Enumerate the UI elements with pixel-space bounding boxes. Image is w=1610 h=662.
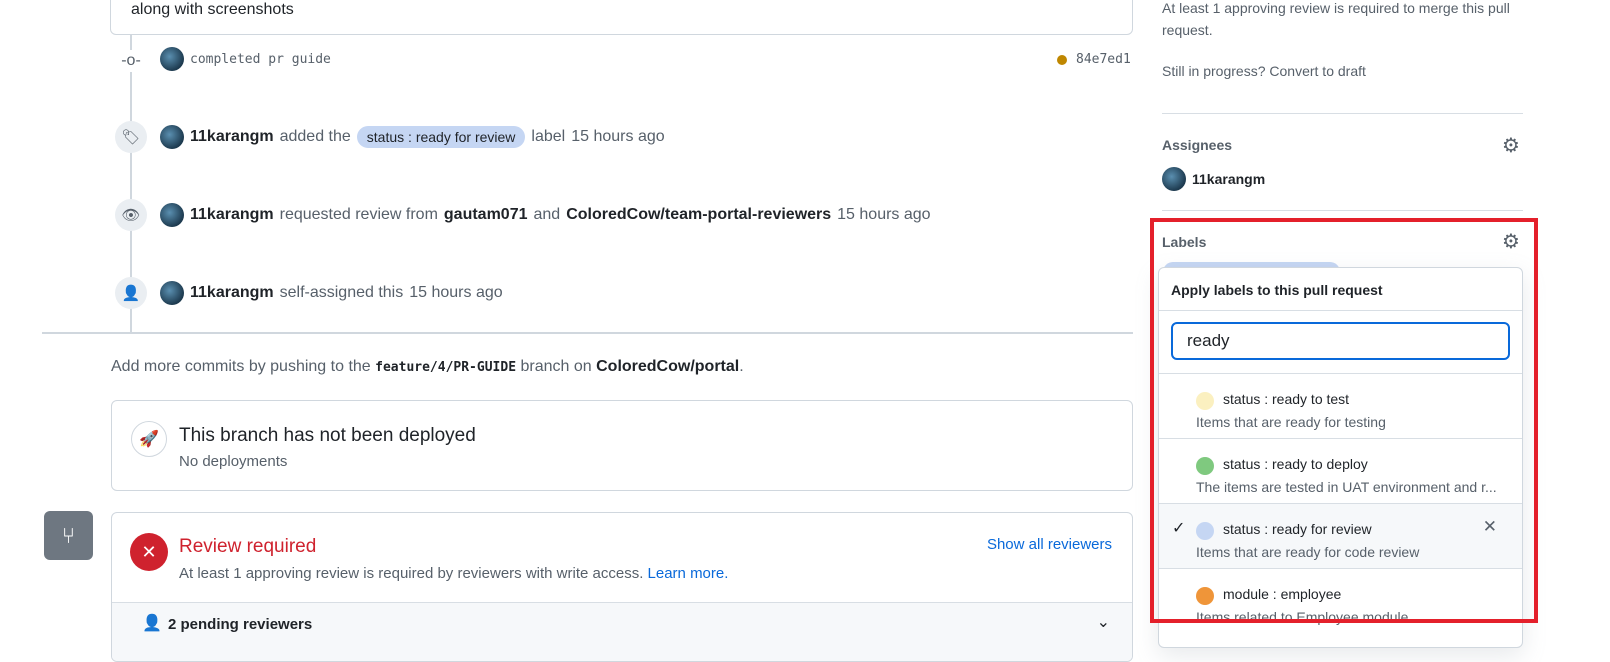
comment-box: along with screenshots [110,0,1133,35]
user-link[interactable]: 11karangm [190,206,274,224]
label-color-dot [1196,457,1214,475]
assignees-title[interactable]: Assignees [1162,137,1232,153]
git-merge-icon: ⑂ [44,511,93,560]
label-name: status : ready to deploy [1223,456,1368,472]
review-text: At least 1 approving review is required … [179,565,728,582]
note-text: Add more commits by pushing to the [111,358,371,375]
commit-message[interactable]: completed pr guide [190,52,331,67]
labels-title[interactable]: Labels [1162,234,1206,250]
avatar [160,125,184,149]
label-option[interactable]: status : ready to deploy The items are te… [1159,438,1522,503]
avatar [1162,167,1186,191]
label-event: 11karangm added the status : ready for r… [160,125,665,149]
avatar [160,203,184,227]
timestamp[interactable]: 15 hours ago [837,206,930,224]
commit-row: completed pr guide [160,47,331,71]
label-option[interactable]: ✓ ✕ status : ready for review Items that ar… [1159,503,1522,568]
check-icon: ✓ [1172,520,1186,537]
note-text: . [739,358,744,375]
branch-name: feature/4/PR-GUIDE [375,360,517,375]
timestamp[interactable]: 15 hours ago [409,284,502,302]
label-color-dot [1196,392,1214,410]
event-text: added the [279,128,351,145]
label-description: The items are tested in UAT environment … [1196,479,1497,495]
label-select-menu: Apply labels to this pull request status… [1158,267,1523,648]
review-request-event: 11karangm requested review from gautam07… [160,203,931,227]
label-color-dot [1196,522,1214,540]
divider [42,332,1133,334]
label-name: module : employee [1223,586,1342,602]
assignee[interactable]: 11karangm [1162,167,1265,191]
divider [1162,113,1523,114]
eye-icon: 👁 [115,199,147,231]
team-link[interactable]: ColoredCow/team-portal-reviewers [566,206,831,224]
event-text: label [531,128,566,145]
event-text: requested review from [279,206,438,223]
convert-to-draft-link[interactable]: Convert to draft [1269,63,1366,79]
comment-text: along with screenshots [131,1,294,18]
repo-link[interactable]: ColoredCow/portal [596,358,739,375]
pending-reviewers-label: 2 pending reviewers [168,616,313,633]
label-description: Items that are ready for code review [1196,544,1420,560]
avatar [160,281,184,305]
gear-icon[interactable]: ⚙ [1502,229,1520,254]
event-text: and [533,206,561,223]
close-icon[interactable]: ✕ [1483,517,1497,537]
deploy-subtitle: No deployments [179,453,288,470]
menu-title: Apply labels to this pull request [1171,282,1383,298]
label-description: Items that are ready for testing [1196,414,1386,430]
label-filter-input[interactable] [1171,322,1510,360]
label-name: status : ready to test [1223,391,1350,407]
tag-icon: 🏷 [115,121,147,153]
person-icon: 👤 [142,615,162,632]
user-link[interactable]: 11karangm [190,284,274,302]
avatar [160,47,184,71]
commit-icon: -o- [120,50,142,72]
commit-status-dot[interactable] [1057,55,1067,65]
learn-more-link[interactable]: Learn more. [648,565,729,582]
label-pill[interactable]: status : ready for review [356,126,526,148]
label-description: Items related to Employee module [1196,609,1409,625]
draft-note: Still in progress? Convert to draft [1162,63,1366,79]
in-progress-text: Still in progress? [1162,63,1266,79]
chevron-down-icon[interactable]: ⌄ [1097,612,1110,632]
timestamp[interactable]: 15 hours ago [571,128,664,146]
deployment-card: 🚀 This branch has not been deployed No d… [111,400,1133,491]
user-link[interactable]: 11karangm [190,128,274,146]
merge-box: ✕ Review required At least 1 approving r… [111,512,1133,662]
label-color-dot [1196,587,1214,605]
rocket-icon: 🚀 [131,421,167,457]
deploy-title: This branch has not been deployed [179,425,476,446]
review-title: Review required [179,536,317,557]
x-circle-icon: ✕ [130,533,168,571]
pending-reviewers-row[interactable]: 👤 2 pending reviewers ⌄ [112,602,1132,661]
assign-event: 11karangm self-assigned this 15 hours ag… [160,281,503,305]
gear-icon[interactable]: ⚙ [1502,133,1520,158]
note-text: branch on [520,358,592,375]
branch-note: Add more commits by pushing to the featu… [111,358,744,376]
merge-note: At least 1 approving review is required … [1162,0,1510,38]
divider [1162,210,1523,211]
event-text: self-assigned this [279,284,404,301]
review-desc: At least 1 approving review is required … [179,565,644,582]
reviewer-link[interactable]: gautam071 [444,206,528,224]
label-name: status : ready for review [1223,521,1372,537]
person-icon: 👤 [115,277,147,309]
commit-sha[interactable]: 84e7ed1 [1076,52,1131,67]
show-all-reviewers-link[interactable]: Show all reviewers [987,536,1112,553]
assignee-name: 11karangm [1192,171,1266,187]
label-option[interactable]: module : employee Items related to Employ… [1159,568,1522,633]
label-option[interactable]: status : ready to test Items that are rea… [1159,373,1522,438]
